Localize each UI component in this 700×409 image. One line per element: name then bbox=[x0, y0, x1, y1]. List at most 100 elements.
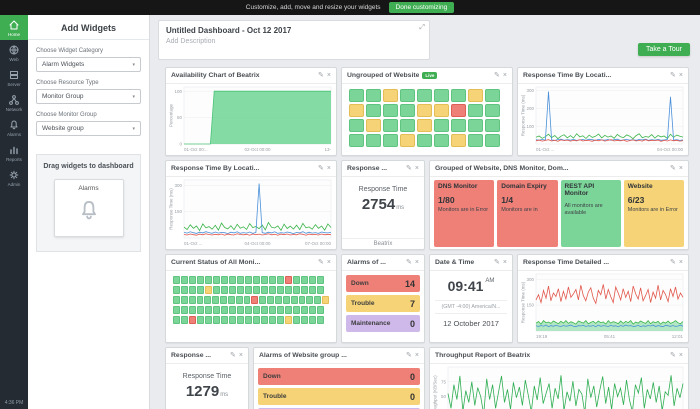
edit-widget-icon[interactable]: ✎ bbox=[494, 72, 500, 79]
status-cell[interactable] bbox=[277, 306, 284, 314]
edit-widget-icon[interactable]: ✎ bbox=[230, 352, 236, 359]
status-cell[interactable] bbox=[173, 316, 180, 324]
status-cell[interactable] bbox=[267, 296, 274, 304]
status-cell[interactable] bbox=[349, 89, 364, 102]
done-customizing-button[interactable]: Done customizing bbox=[388, 2, 455, 13]
status-cell[interactable] bbox=[189, 316, 196, 324]
alarm-row-down[interactable]: Down 0 bbox=[258, 368, 420, 385]
status-cell[interactable] bbox=[468, 89, 483, 102]
status-cell[interactable] bbox=[349, 119, 364, 132]
close-widget-icon[interactable]: × bbox=[679, 165, 683, 172]
edit-widget-icon[interactable]: ✎ bbox=[318, 165, 324, 172]
status-cell[interactable] bbox=[221, 276, 228, 284]
edit-widget-icon[interactable]: ✎ bbox=[670, 72, 676, 79]
status-cell[interactable] bbox=[197, 316, 204, 324]
status-cell[interactable] bbox=[189, 276, 196, 284]
status-cell[interactable] bbox=[366, 104, 381, 117]
status-cell[interactable] bbox=[251, 296, 259, 304]
status-cell[interactable] bbox=[229, 276, 236, 284]
status-cell[interactable] bbox=[366, 89, 381, 102]
widget-response-time-2[interactable]: Response ... ✎ × Response Time 1279ms bbox=[165, 347, 249, 409]
status-cell[interactable] bbox=[417, 89, 432, 102]
status-cell[interactable] bbox=[400, 134, 415, 147]
status-cell[interactable] bbox=[301, 286, 308, 294]
status-cell[interactable] bbox=[221, 306, 228, 314]
status-cell[interactable] bbox=[293, 316, 300, 324]
status-cell[interactable] bbox=[309, 306, 316, 314]
status-cell[interactable] bbox=[235, 296, 243, 304]
status-cell[interactable] bbox=[261, 276, 268, 284]
status-cell[interactable] bbox=[400, 119, 415, 132]
status-cell[interactable] bbox=[173, 286, 180, 294]
widget-alarms-website-group[interactable]: Alarms of Website group ... ✎ × Down 0 T… bbox=[253, 347, 425, 409]
status-cell[interactable] bbox=[189, 306, 196, 314]
sidebar-item-admin[interactable]: Admin bbox=[0, 165, 28, 190]
status-cell[interactable] bbox=[434, 134, 449, 147]
status-cell[interactable] bbox=[229, 316, 236, 324]
status-cell[interactable] bbox=[317, 286, 324, 294]
status-cell[interactable] bbox=[243, 296, 251, 304]
status-cell[interactable] bbox=[181, 306, 188, 314]
widget-response-time-by-location-2[interactable]: Response Time By Locati... ✎ × 150 300 01-… bbox=[165, 160, 337, 250]
sidebar-item-reports[interactable]: Reports bbox=[0, 140, 28, 165]
alarm-row-trouble[interactable]: Trouble 0 bbox=[258, 388, 420, 405]
status-cell[interactable] bbox=[383, 89, 398, 102]
status-cell[interactable] bbox=[237, 306, 244, 314]
status-cell[interactable] bbox=[196, 296, 204, 304]
status-cell[interactable] bbox=[261, 286, 268, 294]
status-cell[interactable] bbox=[189, 286, 196, 294]
status-cell[interactable] bbox=[205, 316, 212, 324]
edit-widget-icon[interactable]: ✎ bbox=[494, 259, 500, 266]
sidebar-item-web[interactable]: Web bbox=[0, 40, 28, 65]
status-cell[interactable] bbox=[366, 119, 381, 132]
close-widget-icon[interactable]: × bbox=[327, 259, 331, 266]
group-tile-domain-expiry[interactable]: Domain Expiry 1/4 Monitors are in bbox=[497, 180, 558, 247]
status-cell[interactable] bbox=[322, 296, 329, 304]
status-cell[interactable] bbox=[485, 134, 500, 147]
status-cell[interactable] bbox=[205, 286, 212, 294]
status-cell[interactable] bbox=[366, 134, 381, 147]
status-cell[interactable] bbox=[309, 286, 316, 294]
edit-widget-icon[interactable]: ✎ bbox=[318, 72, 324, 79]
dashboard-title-input[interactable]: Untitled Dashboard - Oct 12 2017 bbox=[159, 21, 429, 37]
status-cell[interactable] bbox=[383, 104, 398, 117]
close-widget-icon[interactable]: × bbox=[679, 259, 683, 266]
status-cell[interactable] bbox=[434, 104, 449, 117]
status-cell[interactable] bbox=[269, 276, 276, 284]
status-cell[interactable] bbox=[309, 316, 316, 324]
status-cell[interactable] bbox=[188, 296, 196, 304]
status-cell[interactable] bbox=[197, 306, 204, 314]
group-tile-dns[interactable]: DNS Monitor 1/80 Monitors are in Error bbox=[434, 180, 495, 247]
status-cell[interactable] bbox=[383, 134, 398, 147]
widget-alarms-summary[interactable]: Alarms of ... ✎ × Down 14 Trouble 7 Main… bbox=[341, 254, 425, 343]
status-cell[interactable] bbox=[213, 286, 220, 294]
status-cell[interactable] bbox=[213, 306, 220, 314]
status-cell[interactable] bbox=[173, 306, 180, 314]
status-cell[interactable] bbox=[274, 296, 282, 304]
status-cell[interactable] bbox=[237, 286, 244, 294]
status-cell[interactable] bbox=[181, 286, 188, 294]
status-cell[interactable] bbox=[253, 286, 260, 294]
status-cell[interactable] bbox=[306, 296, 314, 304]
status-cell[interactable] bbox=[253, 316, 260, 324]
status-cell[interactable] bbox=[245, 316, 252, 324]
status-cell[interactable] bbox=[213, 276, 220, 284]
close-widget-icon[interactable]: × bbox=[679, 72, 683, 79]
status-cell[interactable] bbox=[298, 296, 306, 304]
status-cell[interactable] bbox=[227, 296, 235, 304]
status-cell[interactable] bbox=[237, 316, 244, 324]
status-cell[interactable] bbox=[221, 316, 228, 324]
alarms-widget-card[interactable]: Alarms bbox=[53, 179, 124, 237]
widget-date-time[interactable]: Date & Time ✎ × 09:41 AM (GMT -4:00) Amer… bbox=[429, 254, 513, 343]
status-cell[interactable] bbox=[221, 286, 228, 294]
status-cell[interactable] bbox=[468, 134, 483, 147]
status-cell[interactable] bbox=[400, 89, 415, 102]
status-cell[interactable] bbox=[434, 89, 449, 102]
status-cell[interactable] bbox=[245, 306, 252, 314]
status-cell[interactable] bbox=[180, 296, 188, 304]
widget-throughput-report[interactable]: Throughput Report of Beatrix ✎ × 255075T… bbox=[429, 347, 689, 409]
status-cell[interactable] bbox=[229, 286, 236, 294]
status-cell[interactable] bbox=[301, 316, 308, 324]
edit-widget-icon[interactable]: ✎ bbox=[406, 259, 412, 266]
close-widget-icon[interactable]: × bbox=[415, 165, 419, 172]
